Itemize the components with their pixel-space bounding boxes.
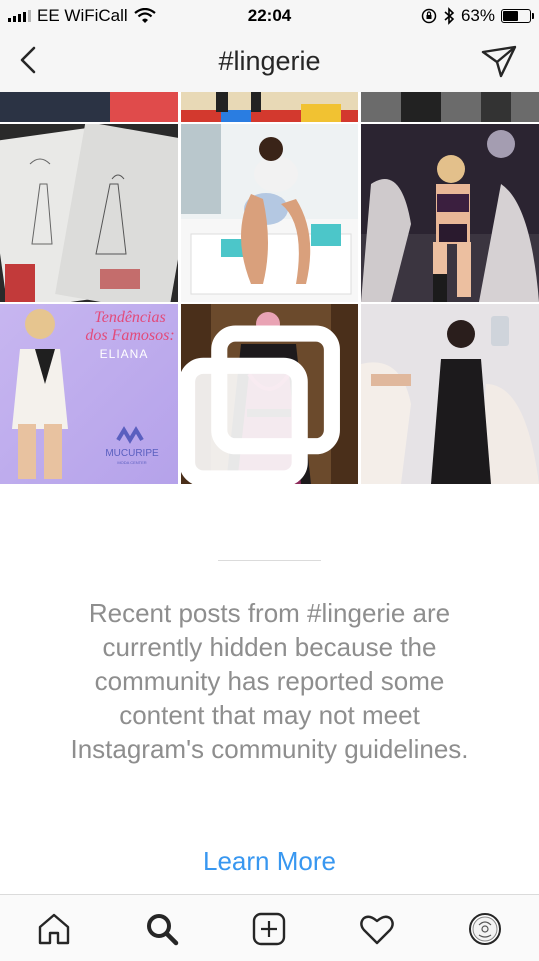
promo-brand: MUCURIPE: [105, 448, 159, 459]
multiple-photos-icon: [181, 325, 340, 484]
status-right: 63%: [421, 6, 534, 26]
notice-divider: [218, 560, 321, 561]
grid-photo-woman-on-couch[interactable]: [181, 124, 358, 302]
activity-heart-icon[interactable]: [357, 909, 397, 949]
rotation-lock-icon: [421, 8, 437, 24]
grid-photo-fur-coat-woman[interactable]: [361, 124, 539, 302]
grid-photo-lace-bodysuit-selfie[interactable]: [361, 304, 539, 484]
promo-caption-line2: dos Famosos:: [85, 327, 174, 344]
battery-percent: 63%: [460, 6, 495, 25]
battery-icon: [501, 9, 534, 23]
grid-photo-fashion-sketches[interactable]: [0, 124, 178, 302]
bluetooth-icon: [444, 7, 455, 25]
new-post-icon[interactable]: [249, 909, 289, 949]
page-title: #lingerie: [218, 46, 321, 76]
profile-icon[interactable]: [465, 909, 505, 949]
grid-photo[interactable]: [181, 92, 358, 122]
status-bar: EE WiFiCall 22:04 63%: [0, 0, 539, 32]
bottom-tab-bar: [0, 894, 539, 961]
promo-brand-sub: MODA CENTER: [117, 460, 146, 465]
learn-more-link[interactable]: Learn More: [0, 846, 539, 877]
paper-plane-icon[interactable]: [479, 42, 519, 82]
hashtag-photo-grid: Tendências dos Famosos: ELIANA MUCURIPE …: [0, 92, 539, 484]
home-icon[interactable]: [34, 909, 74, 949]
promo-caption-line3: ELIANA: [100, 347, 149, 361]
grid-photo-eliana-promo[interactable]: Tendências dos Famosos: ELIANA MUCURIPE …: [0, 304, 178, 484]
promo-caption-line1: Tendências: [94, 309, 165, 326]
grid-photo[interactable]: [0, 92, 178, 122]
search-icon[interactable]: [142, 909, 182, 949]
grid-photo-mannequin-nightgown[interactable]: [181, 304, 358, 484]
navigation-header: #lingerie: [0, 32, 539, 92]
hidden-posts-notice: Recent posts from #lingerie are currentl…: [70, 598, 469, 764]
grid-photo[interactable]: [361, 92, 539, 122]
